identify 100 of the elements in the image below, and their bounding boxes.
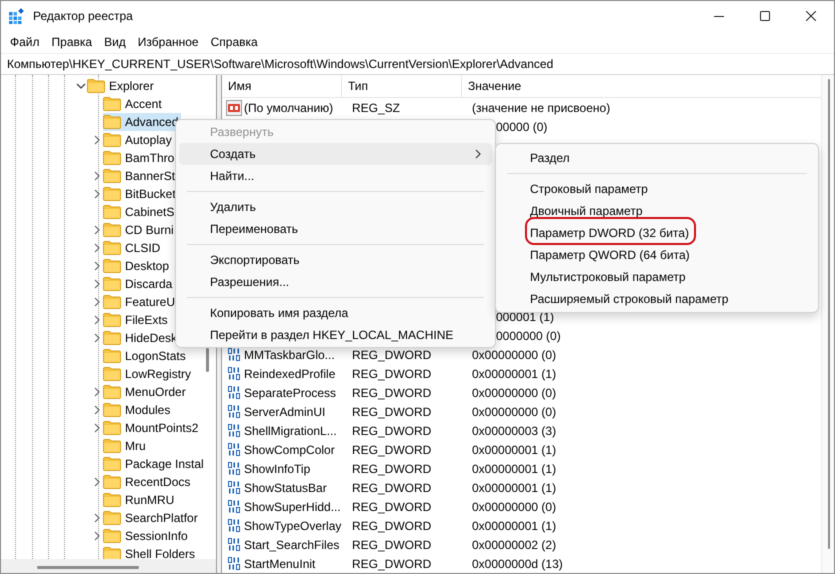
menu-item[interactable]: Удалить [179,196,492,218]
tree-item[interactable]: MenuOrder [103,383,189,401]
tree-item[interactable]: SessionInfo [103,527,191,545]
folder-icon [103,475,121,489]
name-cell[interactable]: ShellMigrationL... [222,424,346,438]
tree-item[interactable]: BitBucket [103,185,179,203]
tree-item[interactable]: RunMRU [103,491,178,509]
menu-item[interactable]: Экспортировать [179,249,492,271]
tree-item[interactable]: LowRegistry [103,365,194,383]
type-cell-text: REG_SZ [351,100,402,114]
type-cell-text: REG_DWORD [351,538,432,552]
name-cell[interactable]: ServerAdminUI [222,404,346,418]
folder-icon [103,529,121,543]
tree-item[interactable]: LogonStats [103,347,189,365]
name-cell[interactable]: Start_SearchFiles [222,538,346,552]
value-name: ShowSuperHidd... [244,500,341,514]
registry-editor-icon [9,8,25,24]
value-name: ShowTypeOverlay [244,518,342,532]
tree-item[interactable]: BannerSt [103,167,178,185]
folder-icon [103,97,121,111]
menu-item[interactable]: Строковый параметр [499,178,815,200]
name-cell[interactable]: (По умолчанию) [222,100,346,116]
tree-item[interactable]: RecentDocs [103,473,194,491]
folder-icon [103,259,121,273]
folder-icon [87,79,105,93]
type-cell-text: REG_DWORD [351,556,432,570]
tree-item[interactable]: FileExts [103,311,171,329]
horizontal-scrollbar[interactable] [1,559,216,573]
menu-bar-item[interactable]: Избранное [132,32,205,52]
tree-item[interactable]: SearchPlatfor [103,509,201,527]
menu-item[interactable]: Параметр DWORD (32 бита) [499,222,815,244]
scrollbar-thumb[interactable] [828,79,830,549]
folder-icon [103,313,121,327]
tree-item[interactable]: Package Instal [103,455,207,473]
value-name: SeparateProcess [244,386,336,400]
scrollbar-thumb[interactable] [37,566,139,569]
value-name: ShellMigrationL... [244,424,337,438]
menu-bar-item[interactable]: Справка [204,32,264,52]
tree-item[interactable]: Discarda [103,275,176,293]
tree-item[interactable]: FeatureU [103,293,178,311]
name-cell[interactable]: ReindexedProfile [222,366,346,380]
folder-icon [103,169,121,183]
menu-item[interactable]: Создать [179,143,492,165]
address-bar[interactable]: Компьютер\HKEY_CURRENT_USER\Software\Microsoft\Windows\CurrentVersion\Explorer\Advanced [1,53,834,75]
folder-icon [103,439,121,453]
tree-item[interactable]: Advanced [103,113,182,131]
value-cell-text: 0000000 (0) [495,328,561,342]
tree-item[interactable]: Accent [103,95,165,113]
folder-icon [103,187,121,201]
value-name: ShowInfoTip [244,462,310,476]
value-name: MMTaskbarGlo... [244,348,335,362]
menu-item[interactable]: Раздел [499,147,815,169]
binary-value-icon [228,443,240,456]
column-header[interactable]: Тип [342,75,462,97]
menu-item[interactable]: Перейти в раздел HKEY_LOCAL_MACHINE [179,324,492,346]
name-cell[interactable]: ShowStatusBar [222,480,346,494]
menu-item[interactable]: Разрешения... [179,271,492,293]
value-cell-text: 000001 (1) [495,310,554,324]
menu-item[interactable]: Переименовать [179,218,492,240]
value-cell-text: 00000 (0) [495,120,548,134]
menu-item[interactable]: Расширяемый строковый параметр [499,288,815,310]
menu-bar-item[interactable]: Вид [98,32,132,52]
tree-item[interactable]: Explorer [87,77,157,95]
menu-item[interactable]: Двоичный параметр [499,200,815,222]
value-cell-text: 0x00000000 (0) [471,348,556,362]
column-header[interactable]: Значение [462,75,662,97]
name-cell[interactable]: ShowCompColor [222,442,346,456]
name-cell[interactable]: StartMenuInit [222,556,346,570]
menu-item[interactable]: Параметр QWORD (64 бита) [499,244,815,266]
binary-value-icon [228,538,240,551]
menu-bar-item[interactable]: Правка [46,32,98,52]
tree-item[interactable]: Modules [103,401,174,419]
name-cell[interactable]: SeparateProcess [222,386,346,400]
menu-item[interactable]: Копировать имя раздела [179,302,492,324]
tree-item[interactable]: Desktop [103,257,172,275]
value-cell-text: (значение не присвоено) [471,100,610,114]
vertical-scrollbar[interactable] [821,75,834,573]
menu-item[interactable]: Найти... [179,165,492,187]
tree-item[interactable]: BamThro [103,149,178,167]
name-cell[interactable]: ShowSuperHidd... [222,500,346,514]
name-cell[interactable]: ShowInfoTip [222,462,346,476]
binary-value-icon [228,481,240,494]
menu-item[interactable]: Мультистроковый параметр [499,266,815,288]
name-cell[interactable]: ShowTypeOverlay [222,518,346,532]
tree-item[interactable]: Autoplay [103,131,175,149]
menu-bar-item[interactable]: Файл [4,32,46,52]
tree-item[interactable]: CD Burni [103,221,177,239]
scrollbar-thumb[interactable] [206,348,209,372]
folder-icon [103,349,121,363]
name-cell[interactable]: MMTaskbarGlo... [222,348,346,362]
folder-icon [103,547,121,561]
binary-value-icon [228,367,240,380]
tree-item[interactable]: HideDesk [103,329,180,347]
tree-item[interactable]: MountPoints2 [103,419,202,437]
tree-item[interactable]: Mru [103,437,149,455]
value-cell-text: 0x00000001 (1) [471,518,556,532]
tree-item[interactable]: CabinetS [103,203,178,221]
tree-item[interactable]: CLSID [103,239,164,257]
value-cell-text: 0x00000001 (1) [471,442,556,456]
column-header[interactable]: Имя [222,75,342,97]
